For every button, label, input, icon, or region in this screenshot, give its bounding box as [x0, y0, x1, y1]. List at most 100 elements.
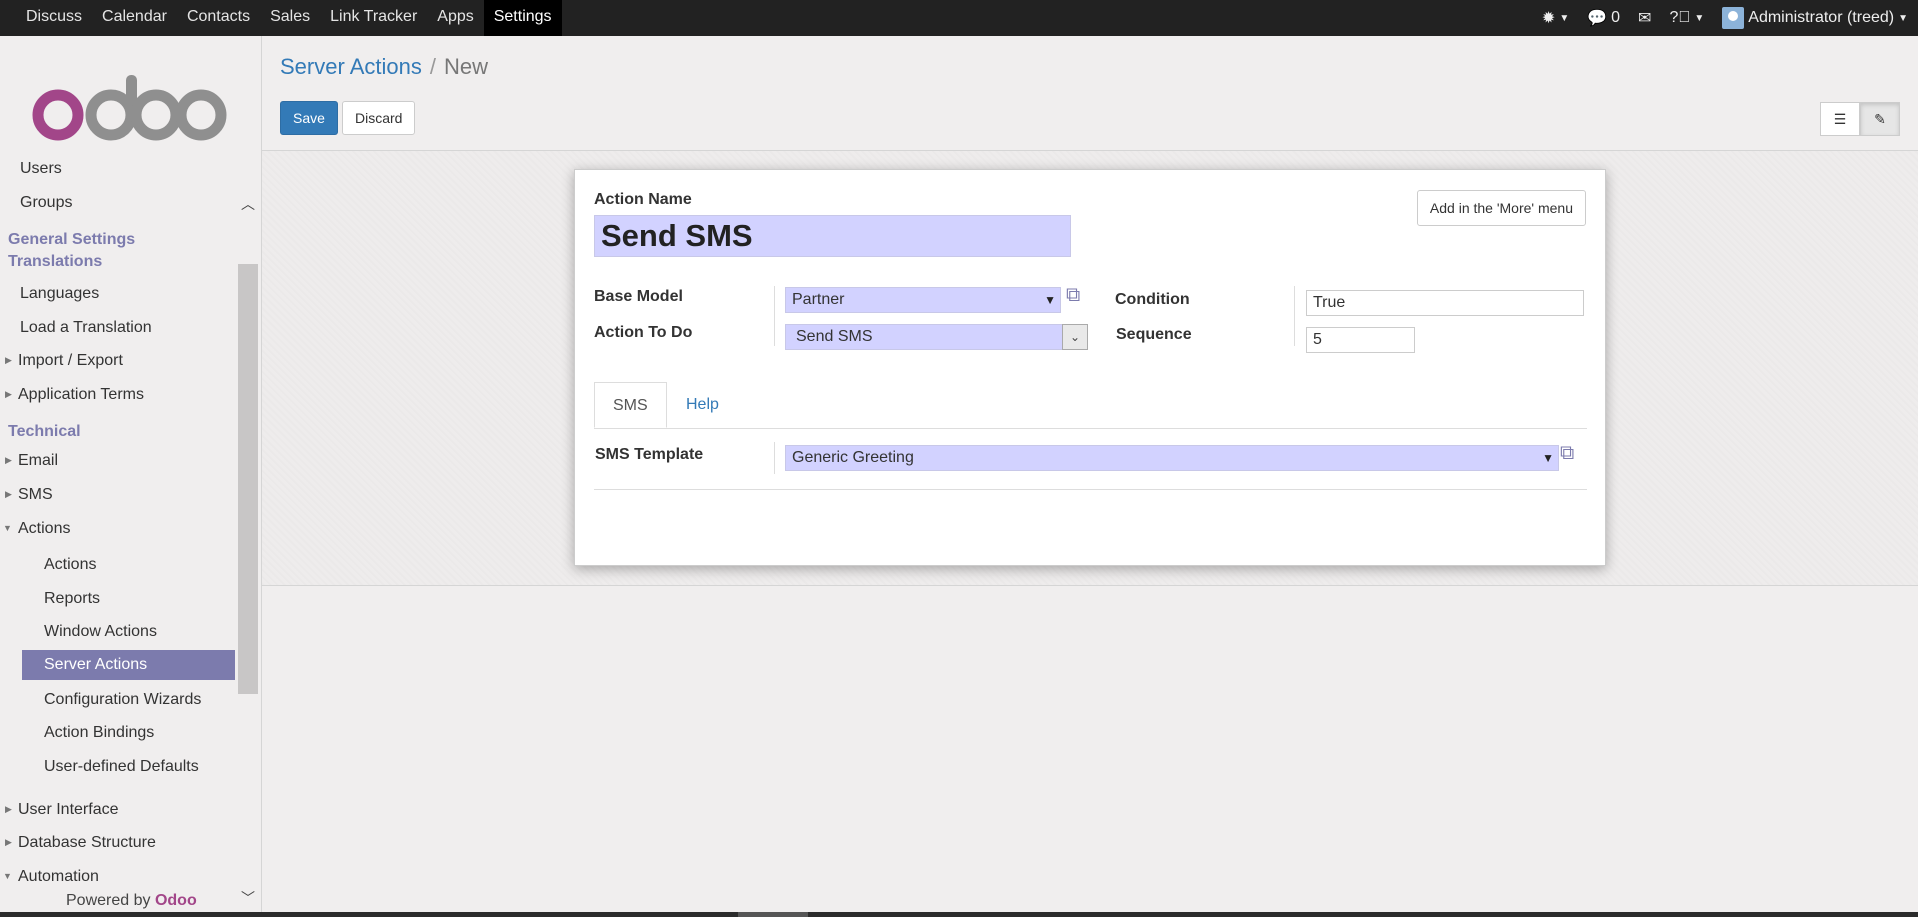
- scrollbar-thumb[interactable]: [238, 264, 258, 694]
- avatar: [1722, 7, 1745, 29]
- form-sheet: Add in the 'More' menu Action Name Send …: [574, 169, 1606, 566]
- notebook-tabs: SMS Help: [594, 382, 1587, 429]
- sidebar-item-reports[interactable]: Reports: [44, 590, 100, 608]
- messaging-menu[interactable]: 💬 0: [1587, 8, 1620, 28]
- powered-by-text: Powered by: [66, 892, 151, 909]
- sidebar: Users Groups General Settings Translatio…: [0, 36, 262, 917]
- chevron-down-icon: ⌄: [1062, 324, 1088, 350]
- action-name-input[interactable]: Send SMS: [594, 215, 1071, 257]
- caret-right-icon: ▶: [5, 489, 12, 499]
- top-navbar: Discuss Calendar Contacts Sales Link Tra…: [0, 0, 1918, 36]
- sidebar-item-window-actions[interactable]: Window Actions: [44, 623, 157, 641]
- action-to-do-value: Send SMS: [796, 328, 873, 345]
- sidebar-item-users[interactable]: Users: [20, 160, 62, 178]
- sidebar-item-import-export[interactable]: Import / Export: [18, 352, 123, 370]
- breadcrumb-current: New: [443, 54, 488, 79]
- app-menu: Discuss Calendar Contacts Sales Link Tra…: [16, 0, 562, 36]
- sidebar-item-actions[interactable]: Actions: [44, 556, 96, 574]
- action-to-do-select[interactable]: Send SMS ⌄: [785, 324, 1088, 350]
- form-view-icon[interactable]: ✎: [1860, 102, 1900, 136]
- app-settings[interactable]: Settings: [483, 0, 562, 36]
- app-discuss[interactable]: Discuss: [16, 0, 92, 36]
- caret-right-icon: ▶: [5, 389, 12, 399]
- tab-content-divider: [594, 489, 1587, 490]
- user-menu[interactable]: Administrator (treed) ▼: [1722, 7, 1908, 29]
- group-divider: [1294, 286, 1295, 346]
- window-bottom-edge: [0, 912, 1918, 917]
- group-divider: [774, 442, 775, 474]
- dropdown-caret-icon: ▼: [1044, 293, 1056, 307]
- chat-icon: 💬: [1587, 10, 1608, 27]
- condition-input[interactable]: True: [1306, 290, 1584, 316]
- action-name-label: Action Name: [594, 191, 692, 208]
- sidebar-header-technical[interactable]: Technical: [8, 423, 81, 441]
- caret-right-icon: ▶: [5, 837, 12, 847]
- tab-help[interactable]: Help: [668, 382, 737, 428]
- systray: ✹ ▼ 💬 0 ✉ ?⃝ ▼ Administrator (treed) ▼: [1542, 0, 1908, 36]
- user-name: Administrator (treed): [1748, 9, 1895, 26]
- base-model-label: Base Model: [594, 288, 683, 305]
- external-link-icon[interactable]: ⧉: [1560, 442, 1574, 465]
- app-calendar[interactable]: Calendar: [92, 0, 177, 36]
- sidebar-item-automation[interactable]: Automation: [18, 868, 99, 886]
- sidebar-item-user-defined-defaults[interactable]: User-defined Defaults: [44, 758, 199, 776]
- caret-right-icon: ▶: [5, 455, 12, 465]
- powered-by-brand[interactable]: Odoo: [155, 892, 197, 909]
- app-link-tracker[interactable]: Link Tracker: [320, 0, 427, 36]
- save-button[interactable]: Save: [280, 101, 338, 135]
- envelope-icon: ✉: [1638, 10, 1652, 27]
- condition-label: Condition: [1115, 291, 1190, 308]
- scroll-down-icon[interactable]: ﹀: [241, 888, 255, 908]
- debug-menu[interactable]: ✹ ▼: [1542, 8, 1569, 28]
- add-to-more-menu-button[interactable]: Add in the 'More' menu: [1416, 190, 1586, 226]
- messages-count: 0: [1611, 9, 1621, 26]
- list-view-icon[interactable]: ☰: [1820, 102, 1860, 136]
- help-icon: ?⃝: [1669, 9, 1691, 26]
- base-model-value: Partner: [792, 291, 845, 308]
- sms-template-select[interactable]: Generic Greeting ▼: [785, 445, 1559, 471]
- sidebar-item-load-translation[interactable]: Load a Translation: [20, 319, 152, 337]
- sidebar-item-application-terms[interactable]: Application Terms: [18, 386, 144, 404]
- sidebar-item-actions-group[interactable]: Actions: [18, 520, 70, 538]
- sidebar-item-sms[interactable]: SMS: [18, 486, 53, 504]
- help-menu[interactable]: ?⃝ ▼: [1669, 9, 1704, 27]
- sidebar-item-database-structure[interactable]: Database Structure: [18, 834, 156, 852]
- breadcrumb-server-actions[interactable]: Server Actions: [280, 54, 422, 79]
- sidebar-item-languages[interactable]: Languages: [20, 285, 99, 303]
- window-edge-segment: [738, 912, 808, 917]
- tab-sms[interactable]: SMS: [594, 382, 667, 428]
- chevron-down-icon: ▼: [1694, 12, 1705, 24]
- group-divider: [774, 286, 775, 346]
- app-apps[interactable]: Apps: [427, 0, 483, 36]
- caret-right-icon: ▶: [5, 804, 12, 814]
- caret-down-icon: ▼: [3, 523, 12, 533]
- sidebar-header-translations[interactable]: Translations: [8, 253, 102, 271]
- sidebar-item-groups[interactable]: Groups: [20, 194, 72, 212]
- activity-menu[interactable]: ✉: [1638, 8, 1651, 28]
- view-switcher: ☰ ✎: [1820, 102, 1900, 136]
- powered-by: Powered by Odoo: [66, 892, 197, 910]
- sidebar-item-server-actions[interactable]: Server Actions: [44, 656, 147, 674]
- odoo-logo[interactable]: [28, 72, 228, 142]
- sms-template-value: Generic Greeting: [792, 449, 914, 466]
- sidebar-header-general-settings[interactable]: General Settings: [8, 231, 135, 249]
- sidebar-item-email[interactable]: Email: [18, 452, 58, 470]
- app-sales[interactable]: Sales: [260, 0, 320, 36]
- sidebar-scrollbar[interactable]: ︿ ﹀: [236, 186, 260, 911]
- sidebar-item-configuration-wizards[interactable]: Configuration Wizards: [44, 691, 201, 709]
- discard-button[interactable]: Discard: [342, 101, 416, 135]
- breadcrumb-separator: /: [429, 54, 436, 79]
- chevron-down-icon: ▼: [1898, 12, 1908, 24]
- scroll-up-icon[interactable]: ︿: [241, 194, 255, 214]
- external-link-icon[interactable]: ⧉: [1066, 284, 1080, 307]
- breadcrumb: Server Actions / New: [280, 54, 488, 80]
- chevron-down-icon: ▼: [1559, 12, 1570, 24]
- sequence-label: Sequence: [1116, 326, 1192, 343]
- sequence-input[interactable]: 5: [1306, 327, 1415, 353]
- app-contacts[interactable]: Contacts: [177, 0, 260, 36]
- sidebar-item-user-interface[interactable]: User Interface: [18, 801, 118, 819]
- caret-down-icon: ▼: [3, 871, 12, 881]
- sidebar-item-action-bindings[interactable]: Action Bindings: [44, 724, 154, 742]
- control-panel: Server Actions / New Save Discard ☰ ✎: [262, 36, 1918, 151]
- base-model-select[interactable]: Partner ▼: [785, 287, 1061, 313]
